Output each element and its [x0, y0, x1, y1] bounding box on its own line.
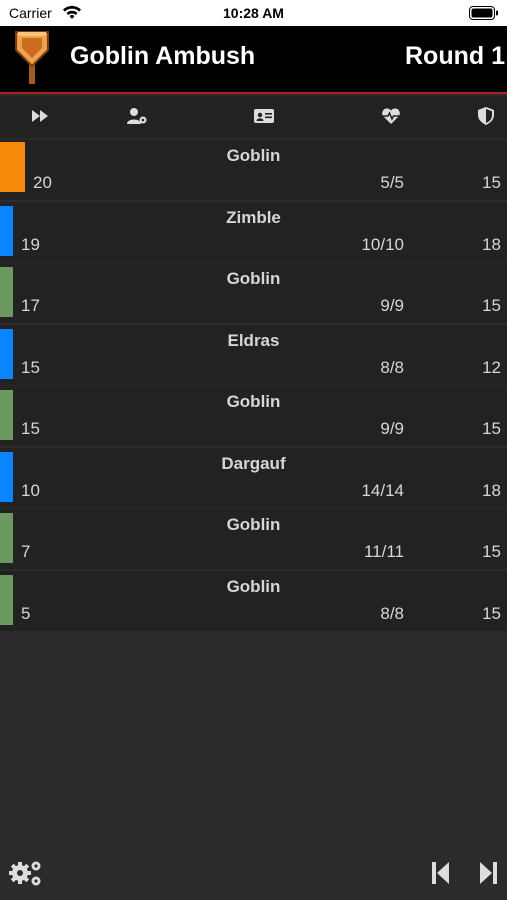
round-counter: Round 1: [405, 42, 505, 70]
combatant-initiative: 7: [21, 542, 31, 561]
combatant-row[interactable]: Zimble 19 10/10 18: [0, 201, 507, 262]
previous-turn-icon[interactable]: [430, 858, 452, 888]
encounter-logo-icon: [15, 31, 49, 84]
shield-icon[interactable]: [475, 106, 497, 126]
encounter-header: Goblin Ambush Round 1: [0, 26, 507, 94]
combatant-name: Goblin: [226, 515, 281, 534]
combatant-row[interactable]: Eldras 15 8/8 12: [0, 324, 507, 385]
user-settings-icon[interactable]: [126, 106, 148, 126]
combatant-name: Goblin: [226, 146, 281, 165]
combatant-initiative: 5: [21, 603, 31, 623]
clock: 10:28 AM: [223, 5, 284, 21]
status-bar: Carrier 10:28 AM: [0, 0, 507, 26]
heartbeat-icon[interactable]: [380, 106, 402, 126]
encounter-title: Goblin Ambush: [70, 42, 256, 70]
combatant-hp: 10/10: [361, 234, 404, 254]
combatant-hp: 11/11: [363, 542, 404, 561]
settings-gears-icon[interactable]: [8, 858, 44, 888]
combatant-initiative: 10: [21, 480, 40, 500]
combatant-initiative: 20: [33, 173, 52, 192]
combatant-hp: 8/8: [380, 357, 404, 377]
combatant-name: Goblin: [226, 269, 281, 288]
combatant-row[interactable]: Goblin 17 9/9 15: [0, 263, 507, 323]
combatant-ac: 15: [482, 603, 501, 623]
combatant-ac: 18: [482, 234, 501, 254]
combatant-initiative: 17: [21, 296, 40, 315]
combatant-name: Eldras: [227, 330, 280, 350]
combatant-ac: 15: [482, 296, 501, 315]
combatant-ac: 18: [482, 480, 501, 500]
combatant-initiative: 15: [21, 357, 40, 377]
combatant-name: Goblin: [226, 576, 281, 596]
combatant-hp: 9/9: [380, 296, 404, 315]
next-turn-icon[interactable]: [477, 858, 499, 888]
battery-icon: [469, 6, 498, 20]
combatant-hp: 14/14: [361, 480, 404, 500]
combatant-ac: 12: [482, 357, 501, 377]
id-card-icon[interactable]: [253, 106, 275, 126]
combatant-row[interactable]: Goblin 20 5/5 15: [0, 140, 507, 200]
fast-forward-icon[interactable]: [30, 106, 52, 126]
combatant-ac: 15: [482, 173, 501, 192]
combatant-row[interactable]: Goblin 5 8/8 15: [0, 570, 507, 631]
column-header-bar: [0, 96, 507, 138]
combatant-ac: 15: [482, 419, 501, 438]
combatant-name: Goblin: [226, 392, 281, 411]
combatant-hp: 9/9: [380, 419, 404, 438]
initiative-list: Goblin 20 5/5 15 Zimble 19 10/10 18 Gobl…: [0, 140, 507, 632]
combatant-hp: 5/5: [380, 173, 404, 192]
combatant-ac: 15: [482, 542, 501, 561]
combatant-name: Dargauf: [221, 453, 286, 473]
combatant-row[interactable]: Goblin 15 9/9 15: [0, 386, 507, 446]
combatant-initiative: 15: [21, 419, 40, 438]
combatant-row[interactable]: Dargauf 10 14/14 18: [0, 447, 507, 508]
combatant-hp: 8/8: [380, 603, 404, 623]
combatant-row[interactable]: Goblin 7 11/11 15: [0, 509, 507, 569]
combatant-initiative: 19: [21, 234, 40, 254]
combatant-name: Zimble: [226, 207, 281, 227]
